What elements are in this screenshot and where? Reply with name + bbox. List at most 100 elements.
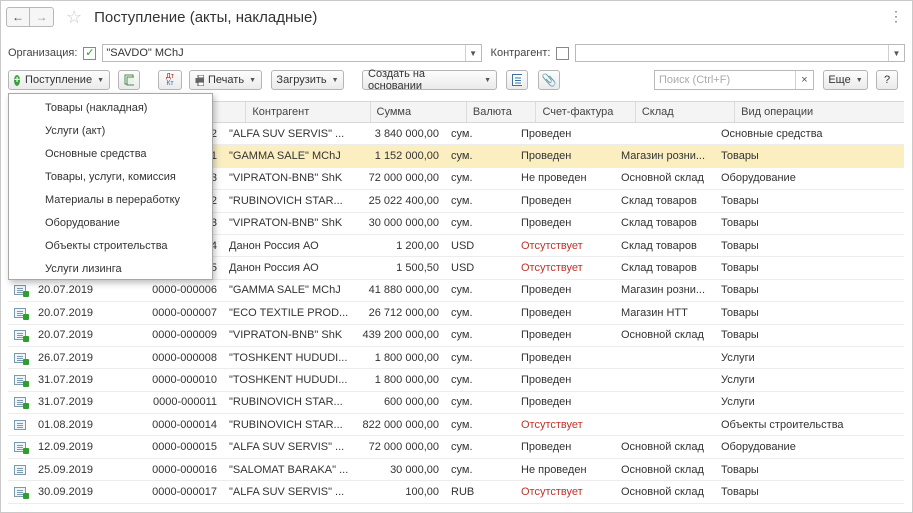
sum-cell: 30 000,00: [390, 463, 439, 476]
warehouse-cell: Склад товаров: [621, 239, 697, 252]
chevron-down-icon[interactable]: ▼: [464, 45, 481, 61]
warehouse-cell: Склад товаров: [621, 194, 697, 207]
dt-kt-button[interactable]: Дт Кт: [158, 70, 182, 90]
contractor-cell: "GAMMA SALE" MChJ: [229, 284, 341, 297]
sum-cell: 1 500,50: [396, 262, 439, 275]
table-row[interactable]: 01.08.2019 0000-000014 "RUBINOVICH STAR...…: [8, 414, 904, 437]
col-header-sum[interactable]: Сумма: [371, 102, 467, 122]
chevron-down-icon: ▼: [484, 76, 491, 84]
clear-icon[interactable]: ×: [795, 71, 813, 89]
invoice-cell: Отсутствует: [521, 418, 583, 431]
contractor-cell: Данон Россия АО: [229, 262, 319, 275]
print-button[interactable]: Печать ▼: [189, 70, 262, 90]
menu-item[interactable]: Материалы в переработку: [9, 188, 212, 211]
currency-cell: сум.: [451, 463, 473, 476]
forward-button[interactable]: →: [30, 7, 54, 27]
contractor-cell: "ALFA SUV SERVIS" ...: [229, 441, 345, 454]
table-row[interactable]: 30.09.2019 0000-000017 "ALFA SUV SERVIS" .…: [8, 481, 904, 504]
arrow-right-icon: →: [35, 10, 48, 24]
posted-document-icon: [14, 330, 29, 343]
contractor-checkbox[interactable]: [556, 46, 570, 60]
receipt-button[interactable]: + Поступление ▼: [8, 70, 110, 90]
warehouse-cell: Основной склад: [621, 485, 704, 498]
more-button[interactable]: Еще ▼: [823, 70, 868, 90]
menu-item[interactable]: Услуги (акт): [9, 119, 212, 142]
operation-cell: Товары: [721, 150, 759, 163]
plus-icon: +: [14, 74, 21, 86]
table-row[interactable]: 20.07.2019 0000-000009 "VIPRATON-BNB" ShK 4…: [8, 325, 904, 347]
back-button[interactable]: ←: [6, 7, 30, 27]
invoice-cell: Проведен: [521, 441, 572, 454]
document-icon: [14, 419, 26, 430]
currency-cell: сум.: [451, 284, 473, 297]
paperclip-icon: 📎: [541, 73, 557, 87]
table-row[interactable]: 31.07.2019 0000-000011 "RUBINOVICH STAR...…: [8, 392, 904, 415]
load-button-label: Загрузить: [276, 74, 327, 86]
contractor-field[interactable]: ▼: [575, 44, 905, 62]
create-basis-button[interactable]: Создать на основании ▼: [362, 68, 497, 92]
contractor-label: Контрагент:: [490, 47, 551, 59]
kt-label: Кт: [166, 80, 174, 87]
warehouse-cell: Склад товаров: [621, 217, 697, 230]
date-cell: 26.07.2019: [38, 351, 94, 364]
number-cell: 0000-000010: [152, 373, 217, 386]
status-icon: [8, 414, 32, 435]
contractor-cell: "TOSHKENT HUDUDI...: [229, 373, 348, 386]
invoice-cell: Проведен: [521, 217, 572, 230]
receipt-dropdown-menu: Товары (накладная) Услуги (акт) Основные с…: [8, 93, 213, 280]
invoice-cell: Отсутствует: [521, 485, 583, 498]
help-label: ?: [883, 74, 891, 86]
table-row[interactable]: 25.09.2019 0000-000016 "SALOMAT BARAKA" ..…: [8, 459, 904, 482]
col-header-contractor[interactable]: Контрагент: [246, 102, 371, 122]
menu-item[interactable]: Основные средства: [9, 142, 212, 165]
sum-cell: 25 022 400,00: [368, 194, 439, 207]
org-checkbox[interactable]: ✓: [83, 46, 97, 60]
posted-document-icon: [14, 442, 29, 455]
chevron-down-icon[interactable]: ▼: [888, 45, 904, 61]
posted-document-icon: [14, 307, 29, 320]
warehouse-cell: Склад товаров: [621, 262, 697, 275]
col-header-operation[interactable]: Вид операции: [735, 102, 904, 122]
table-row[interactable]: 26.07.2019 0000-000008 "TOSHKENT HUDUDI...…: [8, 347, 904, 370]
load-button[interactable]: Загрузить ▼: [271, 70, 344, 90]
sum-cell: 26 712 000,00: [368, 306, 439, 319]
operation-cell: Услуги: [721, 373, 755, 386]
menu-item[interactable]: Услуги лизинга: [9, 257, 212, 280]
currency-cell: сум.: [451, 373, 473, 386]
report-button[interactable]: [506, 70, 528, 90]
date-cell: 01.08.2019: [38, 418, 94, 431]
menu-item[interactable]: Оборудование: [9, 211, 212, 234]
col-header-warehouse[interactable]: Склад: [636, 102, 736, 122]
col-header-currency[interactable]: Валюта: [467, 102, 537, 122]
number-cell: 0000-000006: [152, 284, 217, 297]
table-row[interactable]: 20.07.2019 0000-000006 "GAMMA SALE" MChJ 41…: [8, 280, 904, 303]
contractor-cell: "ALFA SUV SERVIS" ...: [229, 127, 345, 140]
menu-item[interactable]: Объекты строительства: [9, 234, 212, 257]
menu-item[interactable]: Товары (накладная): [9, 96, 212, 119]
warehouse-cell: Магазин розни...: [621, 150, 706, 163]
contractor-cell: "RUBINOVICH STAR...: [229, 194, 343, 207]
status-icon: [8, 481, 32, 502]
contractor-cell: "ALFA SUV SERVIS" ...: [229, 485, 345, 498]
warehouse-cell: [615, 414, 715, 435]
favorite-star-icon[interactable]: ☆: [66, 7, 82, 27]
attach-button[interactable]: 📎: [538, 70, 560, 90]
sum-cell: 72 000 000,00: [368, 441, 439, 454]
operation-cell: Товары: [721, 485, 759, 498]
invoice-cell: Отсутствует: [521, 239, 583, 252]
col-header-invoice[interactable]: Счет-фактура: [536, 102, 636, 122]
org-field[interactable]: "SAVDO" MChJ ▼: [102, 44, 482, 62]
print-button-label: Печать: [208, 74, 245, 86]
table-row[interactable]: 20.07.2019 0000-000007 "ECO TEXTILE PROD..…: [8, 302, 904, 325]
date-cell: 31.07.2019: [38, 373, 94, 386]
help-button[interactable]: ?: [876, 70, 898, 90]
table-row[interactable]: 12.09.2019 0000-000015 "ALFA SUV SERVIS" .…: [8, 436, 904, 459]
status-icon: [8, 325, 32, 346]
search-input[interactable]: Поиск (Ctrl+F) ×: [654, 70, 814, 90]
currency-cell: сум.: [451, 194, 473, 207]
copy-button[interactable]: [118, 70, 140, 90]
window-menu-icon[interactable]: ⋮: [889, 8, 905, 25]
menu-item[interactable]: Товары, услуги, комиссия: [9, 165, 212, 188]
table-row[interactable]: 31.07.2019 0000-000010 "TOSHKENT HUDUDI...…: [8, 369, 904, 392]
warehouse-cell: Основной склад: [621, 329, 704, 342]
